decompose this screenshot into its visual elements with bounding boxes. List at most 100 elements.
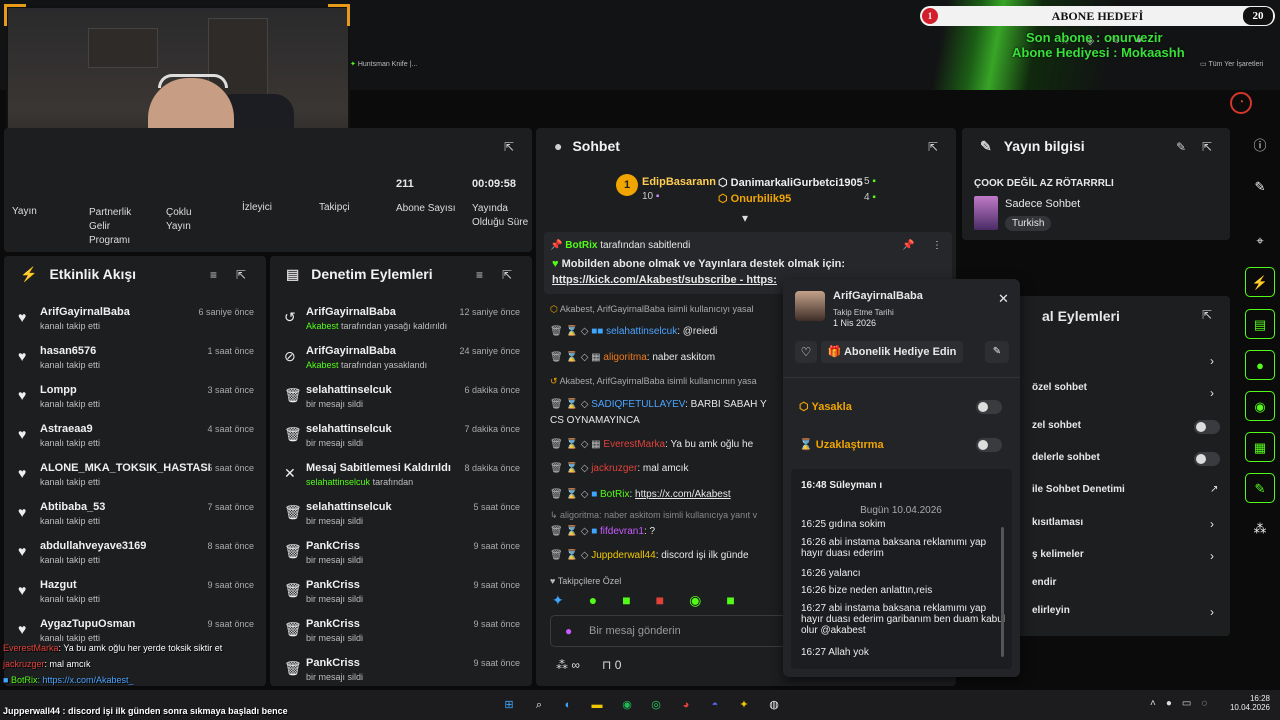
close-icon[interactable]: ✕ bbox=[998, 291, 1009, 307]
ban-toggle[interactable] bbox=[976, 400, 1002, 414]
mod-action-item[interactable]: ş kelimeler bbox=[1032, 549, 1084, 560]
expand-icon[interactable]: ⇱ bbox=[236, 268, 246, 282]
mod-user[interactable]: selahattinselcuk bbox=[306, 384, 392, 396]
mod-action-item[interactable]: endir bbox=[1032, 577, 1056, 588]
pinned-link[interactable]: https://kick.com/Akabest/subscribe - htt… bbox=[552, 274, 777, 286]
search-icon[interactable]: ⌕ bbox=[530, 696, 548, 714]
moderation-row[interactable]: ↺ ArifGayirnalBaba Akabest tarafından yasa… bbox=[270, 300, 532, 339]
collapse-icon[interactable]: ▾ bbox=[742, 211, 748, 225]
activity-row[interactable]: ♥ Abtibaba_53 kanalı takip etti 7 saat önce bbox=[4, 495, 266, 534]
edit-icon[interactable]: ✎ bbox=[1176, 140, 1186, 154]
mod-actor[interactable]: Akabest bbox=[306, 321, 339, 331]
chevron-right-icon[interactable]: › bbox=[1210, 386, 1214, 400]
expand-icon[interactable]: ⇱ bbox=[928, 140, 938, 154]
activity-row[interactable]: ♥ Hazgut kanalı takip etti 9 saat önce bbox=[4, 573, 266, 612]
stat-subs[interactable]: Abone Sayısı bbox=[396, 202, 456, 216]
moderation-row[interactable]: 🗑 selahattinselcuk bir mesajı sildi 7 daki… bbox=[270, 417, 532, 456]
activity-user[interactable]: ALONE_MKA_TOKSIK_HASTASI bbox=[40, 462, 211, 474]
activity-row[interactable]: ♥ ArifGayirnalBaba kanalı takip etti 6 sani… bbox=[4, 300, 266, 339]
windows-start-icon[interactable]: ⊞ bbox=[500, 696, 518, 714]
moderation-row[interactable]: 🗑 selahattinselcuk bir mesajı sildi 6 daki… bbox=[270, 378, 532, 417]
emote-icon[interactable]: ■ bbox=[656, 592, 664, 609]
mod-user[interactable]: ArifGayirnalBaba bbox=[306, 345, 396, 357]
mod-user[interactable]: PankCriss bbox=[306, 618, 360, 630]
mod-user[interactable]: selahattinselcuk bbox=[306, 423, 392, 435]
chrome-icon[interactable]: ◕ bbox=[677, 696, 695, 714]
chat-sidebar-icon[interactable]: ● bbox=[1245, 350, 1275, 380]
unpin-icon[interactable]: 📌 bbox=[902, 240, 914, 251]
whatsapp-icon[interactable]: ◎ bbox=[647, 696, 665, 714]
emote-icon[interactable]: ■ bbox=[622, 592, 630, 609]
mod-action-item[interactable]: ile Sohbet Denetimi bbox=[1032, 484, 1125, 495]
chevron-right-icon[interactable]: › bbox=[1210, 549, 1214, 563]
mod-actor[interactable]: selahattinselcuk bbox=[306, 477, 370, 487]
more-icon[interactable]: ⋮ bbox=[932, 240, 942, 251]
moderation-row[interactable]: ✕ Mesaj Sabitlemesi Kaldırıldı selahattins… bbox=[270, 456, 532, 495]
expand-icon[interactable]: ⇱ bbox=[1202, 308, 1212, 322]
pencil-icon[interactable]: ✎ bbox=[1245, 172, 1275, 202]
mod-user[interactable]: PankCriss bbox=[306, 657, 360, 669]
chat-msg-5[interactable]: 🗑 ⌛ ◇ jackruzger: mal amcık bbox=[550, 463, 688, 474]
stat-stream[interactable]: Yayın bbox=[12, 206, 37, 217]
mod-user[interactable]: PankCriss bbox=[306, 579, 360, 591]
chat-msg-2[interactable]: 🗑 ⌛ ◇ ▦ aligoritma: naber askitom bbox=[550, 352, 715, 363]
activity-row[interactable]: ♥ ALONE_MKA_TOKSIK_HASTASI kanalı takip et… bbox=[4, 456, 266, 495]
activity-user[interactable]: Abtibaba_53 bbox=[40, 501, 105, 513]
mod-action-item[interactable]: zel sohbet bbox=[1032, 420, 1081, 431]
mod-tool-button[interactable]: ✎ bbox=[985, 341, 1009, 363]
scrollbar[interactable] bbox=[1001, 527, 1004, 657]
chevron-right-icon[interactable]: › bbox=[1210, 517, 1214, 531]
mod-user[interactable]: Mesaj Sabitlemesi Kaldırıldı bbox=[306, 462, 451, 474]
activity-user[interactable]: Astraeaa9 bbox=[40, 423, 93, 435]
chevron-right-icon[interactable]: › bbox=[1210, 605, 1214, 619]
activity-user[interactable]: Hazgut bbox=[40, 579, 77, 591]
focus-icon[interactable]: ⌖ bbox=[1245, 226, 1275, 256]
emote-picker-icon[interactable]: ● bbox=[565, 624, 572, 638]
chart-icon[interactable]: ↗ bbox=[1210, 484, 1218, 495]
emote-icon[interactable]: ■ bbox=[726, 592, 734, 609]
moderation-row[interactable]: 🗑 selahattinselcuk bir mesajı sildi 5 saat… bbox=[270, 495, 532, 534]
activity-row[interactable]: ♥ hasan6576 kanalı takip etti 1 saat önce bbox=[4, 339, 266, 378]
top-gifter-3[interactable]: Onurbilik95 bbox=[731, 193, 792, 205]
tray-icons[interactable]: ˄●▭◌ bbox=[1150, 698, 1217, 709]
expand-icon[interactable]: ⇱ bbox=[504, 140, 514, 154]
top-gifter-2[interactable]: DanimarkaliGurbetci1905 bbox=[731, 177, 863, 189]
taskbar-clock[interactable]: 16:28 10.04.2026 bbox=[1228, 694, 1270, 712]
all-bookmarks[interactable]: ▭ Tüm Yer İşaretleri bbox=[1200, 60, 1263, 68]
stat-live-time[interactable]: Yayında Olduğu Süre bbox=[472, 202, 532, 230]
popup-username[interactable]: ArifGayirnalBaba bbox=[833, 290, 923, 302]
toggle-switch[interactable] bbox=[1194, 452, 1220, 466]
emote-icon[interactable]: ● bbox=[589, 592, 597, 609]
emote-icon[interactable]: ✦ bbox=[552, 592, 564, 609]
obs-icon[interactable]: ◍ bbox=[765, 696, 783, 714]
moderation-row[interactable]: 🗑 PankCriss bir mesajı sildi 9 saat önce bbox=[270, 534, 532, 573]
chevron-right-icon[interactable]: › bbox=[1210, 354, 1214, 368]
top-gifter-1[interactable]: EdipBasarann bbox=[642, 176, 716, 188]
chat-msg-8[interactable]: 🗑 ⌛ ◇ Juppderwall44: discord işi ilk gün… bbox=[550, 550, 749, 561]
moderation-row[interactable]: 🗑 PankCriss bir mesajı sildi 9 saat önce bbox=[270, 612, 532, 651]
mod-action-item[interactable]: elirleyin bbox=[1032, 605, 1070, 616]
timeout-toggle[interactable] bbox=[976, 438, 1002, 452]
chat-msg-3[interactable]: 🗑 ⌛ ◇ SADIQFETULLAYEV: BARBI SABAH Y bbox=[550, 399, 767, 410]
gift-sub-button[interactable]: 🎁 Abonelik Hediye Edin bbox=[821, 341, 963, 363]
mod-user[interactable]: PankCriss bbox=[306, 540, 360, 552]
chat-msg-7[interactable]: 🗑 ⌛ ◇ ■ fifdevran1: ? bbox=[550, 526, 655, 537]
app-icon[interactable]: ✦ bbox=[735, 696, 753, 714]
heart-button[interactable]: ♡ bbox=[795, 341, 817, 363]
folder-icon[interactable]: ▬ bbox=[588, 696, 606, 714]
bolt-sidebar-icon[interactable]: ⚡ bbox=[1245, 267, 1275, 297]
activity-user[interactable]: hasan6576 bbox=[40, 345, 96, 357]
activity-user[interactable]: AygazTupuOsman bbox=[40, 618, 135, 630]
chat-msg-6[interactable]: 🗑 ⌛ ◇ ■ BotRix: https://x.com/Akabest bbox=[550, 489, 731, 500]
pinned-by-user[interactable]: BotRix bbox=[565, 240, 597, 251]
chat-msg-4[interactable]: 🗑 ⌛ ◇ ▦ EverestMarka: Ya bu amk oğlu he bbox=[550, 439, 753, 450]
edge-icon[interactable]: ◐ bbox=[559, 696, 577, 714]
mod-user[interactable]: selahattinselcuk bbox=[306, 501, 392, 513]
activity-row[interactable]: ♥ abdullahveyave3169 kanalı takip etti 8 sa… bbox=[4, 534, 266, 573]
expand-icon[interactable]: ⇱ bbox=[502, 268, 512, 282]
moderation-row[interactable]: ⊘ ArifGayirnalBaba Akabest tarafından yasa… bbox=[270, 339, 532, 378]
layout-icon[interactable]: ▦ bbox=[1245, 432, 1275, 462]
discord-icon[interactable]: ◓ bbox=[706, 696, 724, 714]
stat-multistream[interactable]: Çoklu Yayın bbox=[166, 206, 216, 234]
activity-user[interactable]: Lompp bbox=[40, 384, 77, 396]
